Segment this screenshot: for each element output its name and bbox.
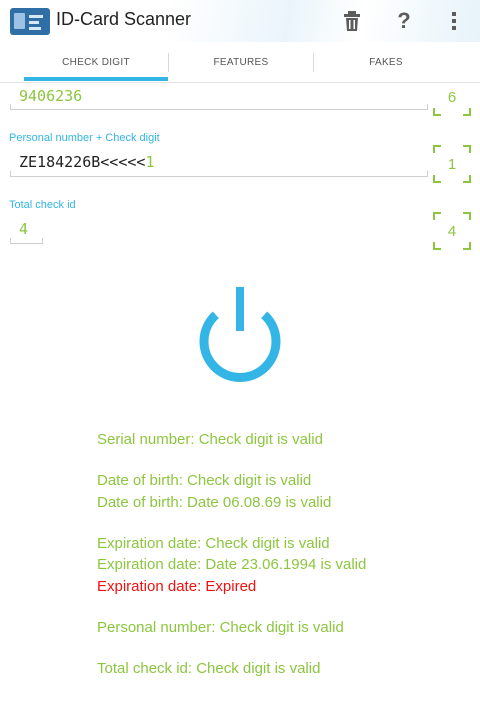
- result-personal-check-digit: Personal number: Check digit is valid: [97, 619, 344, 636]
- personal-number-field[interactable]: ZE184226B<<<<<1: [19, 153, 154, 171]
- help-button[interactable]: ?: [390, 8, 418, 34]
- personal-number-label: Personal number + Check digit: [9, 132, 160, 144]
- personal-number-value-check: 1: [145, 153, 155, 171]
- result-serial-check-digit: Serial number: Check digit is valid: [97, 431, 323, 448]
- trash-icon: [344, 11, 360, 31]
- result-dob-check-digit: Date of birth: Check digit is valid: [97, 472, 312, 489]
- action-bar: ID-Card Scanner ?: [0, 0, 480, 42]
- total-check-id-field[interactable]: 4: [19, 220, 28, 238]
- overflow-menu-icon: [452, 12, 456, 30]
- tab-indicator: [24, 77, 168, 81]
- personal-check-digit: 1: [447, 155, 457, 173]
- result-total-check-digit: Total check id: Check digit is valid: [97, 660, 321, 677]
- app-title: ID-Card Scanner: [56, 9, 192, 29]
- serial-number-field[interactable]: 9406236: [19, 87, 82, 105]
- serial-check-digit-box[interactable]: 6: [433, 78, 471, 116]
- tab-check-digit[interactable]: CHECK DIGIT: [24, 42, 168, 82]
- personal-number-value: ZE184226B<<<<<: [19, 153, 146, 171]
- serial-field-underline: [10, 104, 428, 110]
- id-card-app-icon: [10, 8, 50, 35]
- result-expiration-date: Expiration date: Date 23.06.1994 is vali…: [97, 556, 367, 573]
- tab-bar: CHECK DIGIT FEATURES FAKES: [0, 42, 480, 83]
- total-check-id-label: Total check id: [9, 199, 76, 211]
- tab-fakes[interactable]: FAKES: [314, 42, 458, 82]
- total-field-underline: [10, 238, 43, 244]
- serial-check-digit: 6: [447, 88, 457, 106]
- power-icon[interactable]: [187, 286, 293, 392]
- help-icon: ?: [397, 8, 411, 33]
- total-check-digit-box[interactable]: 4: [433, 212, 471, 250]
- result-dob-date: Date of birth: Date 06.08.69 is valid: [97, 494, 332, 511]
- personal-check-digit-box[interactable]: 1: [433, 145, 471, 183]
- result-expiration-expired: Expiration date: Expired: [97, 578, 257, 595]
- delete-button[interactable]: [338, 8, 366, 34]
- total-check-digit: 4: [447, 222, 457, 240]
- personal-field-underline: [10, 171, 428, 177]
- overflow-menu-button[interactable]: [440, 8, 468, 34]
- tab-features[interactable]: FEATURES: [169, 42, 313, 82]
- result-expiration-check-digit: Expiration date: Check digit is valid: [97, 535, 330, 552]
